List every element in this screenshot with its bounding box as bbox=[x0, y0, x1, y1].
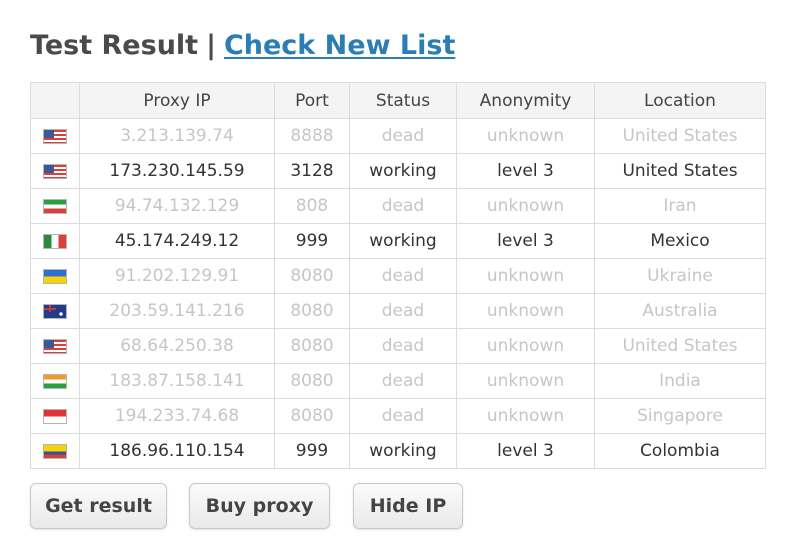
proxy-ip-cell: 194.233.74.68 bbox=[79, 398, 275, 434]
status-cell: dead bbox=[349, 293, 457, 329]
header-flag bbox=[30, 82, 80, 119]
table-row: 203.59.141.216 8080 dead unknown Australia bbox=[30, 293, 766, 329]
flag-cell bbox=[30, 363, 80, 399]
flag-cell bbox=[30, 398, 80, 434]
location-cell: Australia bbox=[594, 293, 766, 329]
proxy-ip-cell: 173.230.145.59 bbox=[79, 153, 275, 189]
table-row: 183.87.158.141 8080 dead unknown India bbox=[30, 363, 766, 399]
hide-ip-button[interactable]: Hide IP bbox=[353, 483, 463, 529]
table-row: 91.202.129.91 8080 dead unknown Ukraine bbox=[30, 258, 766, 294]
location-cell: Colombia bbox=[594, 433, 766, 469]
table-row: 94.74.132.129 808 dead unknown Iran bbox=[30, 188, 766, 224]
port-cell: 8080 bbox=[274, 328, 350, 364]
status-cell: dead bbox=[349, 118, 457, 154]
table-header-row: Proxy IP Port Status Anonymity Location bbox=[30, 82, 766, 119]
buy-proxy-button[interactable]: Buy proxy bbox=[189, 483, 330, 529]
anonymity-cell: unknown bbox=[456, 258, 595, 294]
port-cell: 3128 bbox=[274, 153, 350, 189]
flag-cell bbox=[30, 118, 80, 154]
location-cell: United States bbox=[594, 153, 766, 189]
check-new-list-link[interactable]: Check New List bbox=[224, 30, 455, 61]
port-cell: 8080 bbox=[274, 363, 350, 399]
flag-cell bbox=[30, 328, 80, 364]
ua-flag-icon bbox=[43, 268, 67, 284]
port-cell: 8080 bbox=[274, 398, 350, 434]
proxy-test-page: Test Result | Check New List Proxy IP Port… bbox=[0, 0, 788, 545]
anonymity-cell: unknown bbox=[456, 188, 595, 224]
proxy-ip-cell: 183.87.158.141 bbox=[79, 363, 275, 399]
flag-cell bbox=[30, 433, 80, 469]
flag-cell bbox=[30, 188, 80, 224]
port-cell: 8080 bbox=[274, 293, 350, 329]
location-cell: United States bbox=[594, 328, 766, 364]
header-status: Status bbox=[349, 82, 457, 119]
flag-cell bbox=[30, 153, 80, 189]
header-anonymity: Anonymity bbox=[456, 82, 595, 119]
table-row: 186.96.110.154 999 working level 3 Colombia bbox=[30, 433, 766, 469]
heading-separator: | bbox=[206, 30, 216, 61]
us-flag-icon bbox=[43, 163, 67, 179]
mx-flag-icon bbox=[43, 233, 67, 249]
us-flag-icon bbox=[43, 338, 67, 354]
anonymity-cell: level 3 bbox=[456, 433, 595, 469]
port-cell: 999 bbox=[274, 223, 350, 259]
status-cell: working bbox=[349, 223, 457, 259]
table-row: 173.230.145.59 3128 working level 3 United S… bbox=[30, 153, 766, 189]
flag-cell bbox=[30, 223, 80, 259]
proxy-ip-cell: 186.96.110.154 bbox=[79, 433, 275, 469]
status-cell: dead bbox=[349, 188, 457, 224]
flag-cell bbox=[30, 293, 80, 329]
page-heading: Test Result | Check New List bbox=[30, 26, 455, 66]
ir-flag-icon bbox=[43, 198, 67, 214]
status-cell: dead bbox=[349, 363, 457, 399]
proxy-ip-cell: 203.59.141.216 bbox=[79, 293, 275, 329]
location-cell: India bbox=[594, 363, 766, 399]
flag-cell bbox=[30, 258, 80, 294]
status-cell: dead bbox=[349, 328, 457, 364]
table-row: 194.233.74.68 8080 dead unknown Singapore bbox=[30, 398, 766, 434]
page-title: Test Result bbox=[30, 30, 199, 61]
location-cell: Iran bbox=[594, 188, 766, 224]
port-cell: 999 bbox=[274, 433, 350, 469]
proxy-ip-cell: 91.202.129.91 bbox=[79, 258, 275, 294]
status-cell: dead bbox=[349, 398, 457, 434]
au-flag-icon bbox=[43, 303, 67, 319]
table-row: 45.174.249.12 999 working level 3 Mexico bbox=[30, 223, 766, 259]
in-flag-icon bbox=[43, 373, 67, 389]
port-cell: 8080 bbox=[274, 258, 350, 294]
proxy-results-table: Proxy IP Port Status Anonymity Location … bbox=[30, 82, 766, 469]
port-cell: 808 bbox=[274, 188, 350, 224]
anonymity-cell: level 3 bbox=[456, 223, 595, 259]
port-cell: 8888 bbox=[274, 118, 350, 154]
anonymity-cell: unknown bbox=[456, 293, 595, 329]
anonymity-cell: level 3 bbox=[456, 153, 595, 189]
location-cell: Singapore bbox=[594, 398, 766, 434]
location-cell: United States bbox=[594, 118, 766, 154]
anonymity-cell: unknown bbox=[456, 398, 595, 434]
proxy-ip-cell: 45.174.249.12 bbox=[79, 223, 275, 259]
anonymity-cell: unknown bbox=[456, 363, 595, 399]
table-row: 68.64.250.38 8080 dead unknown United States bbox=[30, 328, 766, 364]
anonymity-cell: unknown bbox=[456, 118, 595, 154]
status-cell: working bbox=[349, 153, 457, 189]
status-cell: dead bbox=[349, 258, 457, 294]
proxy-ip-cell: 3.213.139.74 bbox=[79, 118, 275, 154]
sg-flag-icon bbox=[43, 408, 67, 424]
anonymity-cell: unknown bbox=[456, 328, 595, 364]
table-row: 3.213.139.74 8888 dead unknown United States bbox=[30, 118, 766, 154]
header-port: Port bbox=[274, 82, 350, 119]
header-location: Location bbox=[594, 82, 766, 119]
location-cell: Ukraine bbox=[594, 258, 766, 294]
us-flag-icon bbox=[43, 128, 67, 144]
proxy-ip-cell: 68.64.250.38 bbox=[79, 328, 275, 364]
proxy-ip-cell: 94.74.132.129 bbox=[79, 188, 275, 224]
header-proxy-ip: Proxy IP bbox=[79, 82, 275, 119]
location-cell: Mexico bbox=[594, 223, 766, 259]
get-result-button[interactable]: Get result bbox=[30, 483, 167, 529]
co-flag-icon bbox=[43, 443, 67, 459]
status-cell: working bbox=[349, 433, 457, 469]
